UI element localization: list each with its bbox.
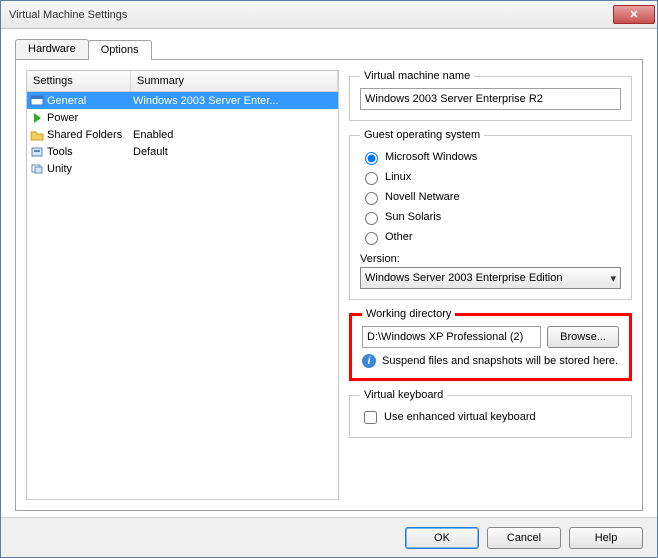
details-panel: Virtual machine name Guest operating sys…: [349, 70, 632, 500]
vm-name-legend: Virtual machine name: [360, 70, 474, 82]
col-summary[interactable]: Summary: [131, 71, 338, 91]
setting-unity[interactable]: Unity: [27, 160, 338, 177]
workdir-info-text: Suspend files and snapshots will be stor…: [382, 355, 618, 367]
window-body: Hardware Options Settings Summary Genera…: [1, 29, 657, 517]
vm-name-group: Virtual machine name: [349, 70, 632, 121]
cancel-button[interactable]: Cancel: [487, 527, 561, 549]
radio-input[interactable]: [365, 212, 378, 225]
vkb-label: Use enhanced virtual keyboard: [384, 411, 536, 423]
setting-tools[interactable]: Tools Default: [27, 143, 338, 160]
radio-label: Linux: [385, 171, 411, 183]
tab-content: Settings Summary General Windows 2003 Se…: [15, 59, 643, 511]
workdir-input[interactable]: [362, 326, 541, 348]
radio-novell[interactable]: Novell Netware: [360, 187, 621, 207]
radio-solaris[interactable]: Sun Solaris: [360, 207, 621, 227]
workdir-info-row: i Suspend files and snapshots will be st…: [362, 354, 619, 368]
settings-list-panel: Settings Summary General Windows 2003 Se…: [26, 70, 339, 500]
virtual-keyboard-group: Virtual keyboard Use enhanced virtual ke…: [349, 389, 632, 438]
browse-button[interactable]: Browse...: [547, 326, 619, 348]
tools-icon: [29, 144, 45, 160]
window-title: Virtual Machine Settings: [9, 9, 613, 21]
chevron-down-icon: ▾: [610, 272, 616, 285]
vkb-legend: Virtual keyboard: [360, 389, 447, 401]
radio-label: Sun Solaris: [385, 211, 441, 223]
power-icon: [29, 110, 45, 126]
settings-window: Virtual Machine Settings ✕ Hardware Opti…: [0, 0, 658, 558]
setting-power[interactable]: Power: [27, 109, 338, 126]
radio-linux[interactable]: Linux: [360, 167, 621, 187]
titlebar: Virtual Machine Settings ✕: [1, 1, 657, 29]
setting-label: Shared Folders: [47, 129, 133, 141]
setting-label: Power: [47, 112, 133, 124]
guest-os-group: Guest operating system Microsoft Windows…: [349, 129, 632, 300]
version-select[interactable]: Windows Server 2003 Enterprise Edition ▾: [360, 267, 621, 289]
radio-input[interactable]: [365, 192, 378, 205]
tab-hardware[interactable]: Hardware: [15, 39, 89, 59]
radio-input[interactable]: [365, 172, 378, 185]
ok-button[interactable]: OK: [405, 527, 479, 549]
setting-general[interactable]: General Windows 2003 Server Enter...: [27, 92, 338, 109]
setting-label: General: [47, 95, 133, 107]
help-button[interactable]: Help: [569, 527, 643, 549]
radio-label: Other: [385, 231, 413, 243]
workdir-legend: Working directory: [362, 308, 455, 320]
setting-summary: Default: [133, 146, 336, 158]
info-icon: i: [362, 354, 376, 368]
radio-windows[interactable]: Microsoft Windows: [360, 147, 621, 167]
dialog-footer: OK Cancel Help: [1, 517, 657, 557]
radio-other[interactable]: Other: [360, 227, 621, 247]
setting-summary: Windows 2003 Server Enter...: [133, 95, 336, 107]
tab-bar: Hardware Options: [15, 39, 643, 59]
version-label: Version:: [360, 253, 621, 265]
tab-options[interactable]: Options: [88, 40, 152, 60]
unity-icon: [29, 161, 45, 177]
general-icon: [29, 93, 45, 109]
setting-shared-folders[interactable]: Shared Folders Enabled: [27, 126, 338, 143]
column-headers: Settings Summary: [27, 71, 338, 92]
vm-name-input[interactable]: [360, 88, 621, 110]
vkb-checkbox[interactable]: [364, 411, 377, 424]
version-value: Windows Server 2003 Enterprise Edition: [365, 272, 562, 284]
guest-os-legend: Guest operating system: [360, 129, 484, 141]
folder-icon: [29, 127, 45, 143]
radio-input[interactable]: [365, 152, 378, 165]
radio-input[interactable]: [365, 232, 378, 245]
radio-label: Novell Netware: [385, 191, 460, 203]
setting-summary: Enabled: [133, 129, 336, 141]
settings-list: General Windows 2003 Server Enter... Pow…: [27, 92, 338, 499]
close-button[interactable]: ✕: [613, 5, 655, 24]
setting-label: Unity: [47, 163, 133, 175]
close-icon: ✕: [629, 8, 638, 21]
radio-label: Microsoft Windows: [385, 151, 477, 163]
col-settings[interactable]: Settings: [27, 71, 131, 91]
vkb-checkbox-row[interactable]: Use enhanced virtual keyboard: [360, 407, 621, 427]
working-directory-group: Working directory Browse... i Suspend fi…: [349, 308, 632, 381]
setting-label: Tools: [47, 146, 133, 158]
